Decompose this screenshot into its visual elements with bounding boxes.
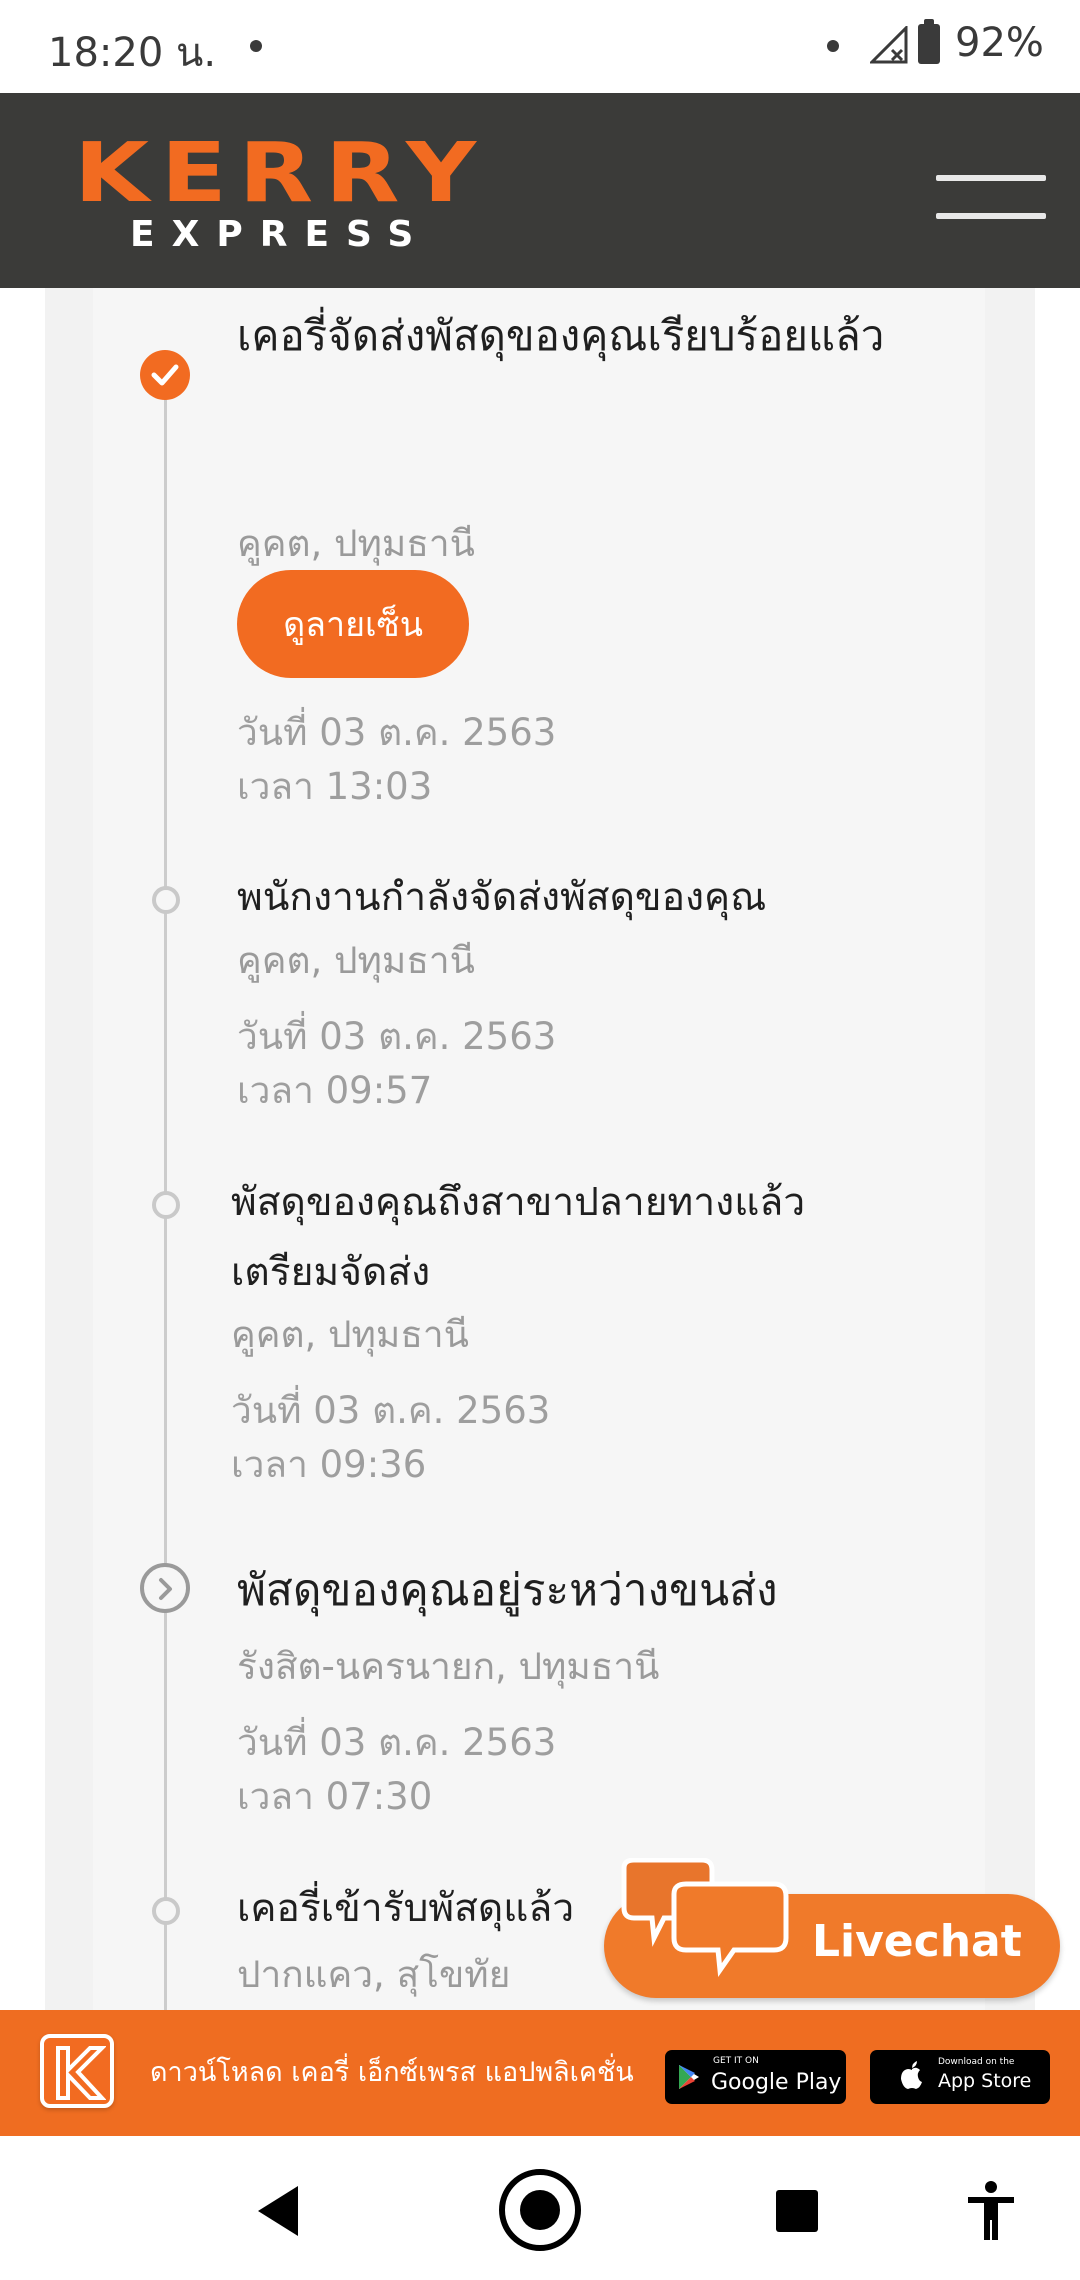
app-store-button[interactable]: Download on the App Store [870,2050,1050,2104]
livechat-button[interactable]: Livechat [604,1858,1060,1998]
google-play-small-text: GET IT ON [713,2056,759,2066]
recents-icon[interactable] [774,2188,820,2234]
tracking-content: เคอรี่จัดส่งพัสดุของคุณเรียบร้อยแล้ว คูค… [0,288,1080,2010]
event-time: เวลา 09:57 [237,1069,433,1112]
download-app-banner: ดาวน์โหลด เคอรี่ เอ็กซ์เพรส แอปพลิเคชั่น… [0,2010,1080,2136]
apple-icon [901,2061,922,2089]
event-title: พนักงานกำลังจัดส่งพัสดุของคุณ [237,875,767,920]
event-time: เวลา 07:30 [237,1775,433,1818]
event-location: คูคต, ปทุมธานี [237,522,475,565]
event-location: คูคต, ปทุมธานี [237,939,475,982]
back-icon[interactable] [254,2184,302,2238]
app-store-text: App Store [938,2070,1032,2092]
circle-marker-icon [152,1897,180,1925]
event-title: พัสดุของคุณถึงสาขาปลายทางแล้วเตรียมจัดส่… [231,1180,806,1295]
notification-dot-icon [827,40,839,52]
event-time: เวลา 09:36 [231,1443,427,1486]
event-location: รังสิต-นครนายก, ปทุมธานี [237,1645,660,1688]
chevron-right-icon [140,1563,190,1613]
google-play-button[interactable]: GET IT ON Google Play [665,2050,846,2104]
livechat-label: Livechat [812,1916,1022,1967]
event-date: วันที่ 03 ต.ค. 2563 [237,711,557,754]
battery-percent: 92% [955,20,1044,66]
circle-marker-icon [152,886,180,914]
home-icon[interactable] [496,2166,584,2254]
google-play-text: Google Play [711,2070,842,2095]
chat-bubbles-icon [621,1858,789,1977]
status-time: 18:20 น. [48,30,217,76]
event-date: วันที่ 03 ต.ค. 2563 [237,1015,557,1058]
check-icon [140,350,190,400]
site-header: KERRY EXPRESS [0,93,1080,288]
event-title: พัสดุของคุณอยู่ระหว่างขนส่ง [237,1565,778,1616]
logo-sub-text: EXPRESS [130,214,431,255]
event-location: คูคต, ปทุมธานี [231,1313,469,1356]
logo-main-text: KERRY [74,126,488,221]
battery-icon [918,19,940,64]
view-signature-button[interactable]: ดูลายเซ็น [237,570,469,678]
notification-dot-icon [250,40,262,52]
event-date: วันที่ 03 ต.ค. 2563 [231,1389,551,1432]
status-bar: 18:20 น. 92% [0,0,1080,93]
event-title: เคอรี่จัดส่งพัสดุของคุณเรียบร้อยแล้ว [237,311,885,360]
google-play-icon [679,2065,699,2089]
signal-icon [870,26,908,64]
event-time: เวลา 13:03 [237,765,433,808]
banner-text: ดาวน์โหลด เคอรี่ เอ็กซ์เพรส แอปพลิเคชั่น [150,2057,634,2088]
event-location: ปากแคว, สุโขทัย [237,1953,511,1996]
event-date: วันที่ 03 ต.ค. 2563 [237,1721,557,1764]
circle-marker-icon [152,1191,180,1219]
kerry-app-logo-icon [40,2034,114,2108]
hamburger-menu-icon[interactable] [936,175,1046,225]
app-store-small-text: Download on the [938,2057,1015,2067]
android-nav-bar [0,2136,1080,2280]
accessibility-icon[interactable] [966,2180,1016,2242]
kerry-express-logo[interactable]: KERRY EXPRESS [74,133,494,255]
